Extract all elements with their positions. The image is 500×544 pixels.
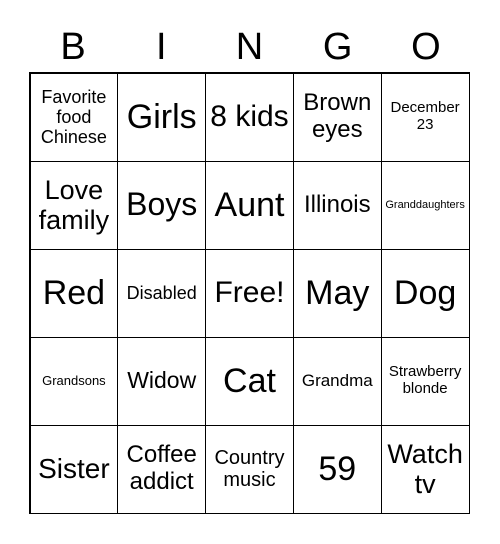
bingo-cell[interactable]: Aunt <box>205 160 294 250</box>
bingo-cell[interactable]: Boys <box>117 160 207 250</box>
bingo-cell[interactable]: Favorite food Chinese <box>29 72 119 162</box>
bingo-cell[interactable]: Watch tv <box>380 424 470 514</box>
bingo-cell[interactable]: 59 <box>292 424 382 514</box>
bingo-header: B I N G O <box>29 22 470 72</box>
bingo-cell[interactable]: Illinois <box>292 160 382 250</box>
bingo-cell[interactable]: December 23 <box>380 72 470 162</box>
bingo-cell[interactable]: Red <box>29 248 119 338</box>
bingo-cell[interactable]: Grandma <box>292 336 382 426</box>
bingo-cell-free[interactable]: Free! <box>205 248 294 338</box>
bingo-cell[interactable]: Cat <box>205 336 294 426</box>
bingo-cell[interactable]: Sister <box>29 424 119 514</box>
bingo-cell[interactable]: Disabled <box>117 248 207 338</box>
bingo-cell[interactable]: Granddaughters <box>380 160 470 250</box>
bingo-cell[interactable]: 8 kids <box>205 72 294 162</box>
header-letter-i: I <box>156 26 167 68</box>
bingo-cell[interactable]: Dog <box>380 248 470 338</box>
bingo-cell[interactable]: Love family <box>29 160 119 250</box>
header-letter-n: N <box>235 26 264 68</box>
bingo-cell[interactable]: Girls <box>117 72 207 162</box>
bingo-cell[interactable]: Brown eyes <box>292 72 382 162</box>
bingo-grid: Favorite food Chinese Girls 8 kids Brown ey… <box>29 72 470 514</box>
bingo-cell[interactable]: Coffee addict <box>117 424 207 514</box>
bingo-cell[interactable]: May <box>292 248 382 338</box>
header-letter-o: O <box>411 26 441 68</box>
bingo-cell[interactable]: Country music <box>205 424 294 514</box>
bingo-cell[interactable]: Strawberry blonde <box>380 336 470 426</box>
header-letter-g: G <box>322 26 353 68</box>
header-letter-b: B <box>60 26 86 68</box>
bingo-cell[interactable]: Grandsons <box>29 336 119 426</box>
bingo-cell[interactable]: Widow <box>117 336 207 426</box>
